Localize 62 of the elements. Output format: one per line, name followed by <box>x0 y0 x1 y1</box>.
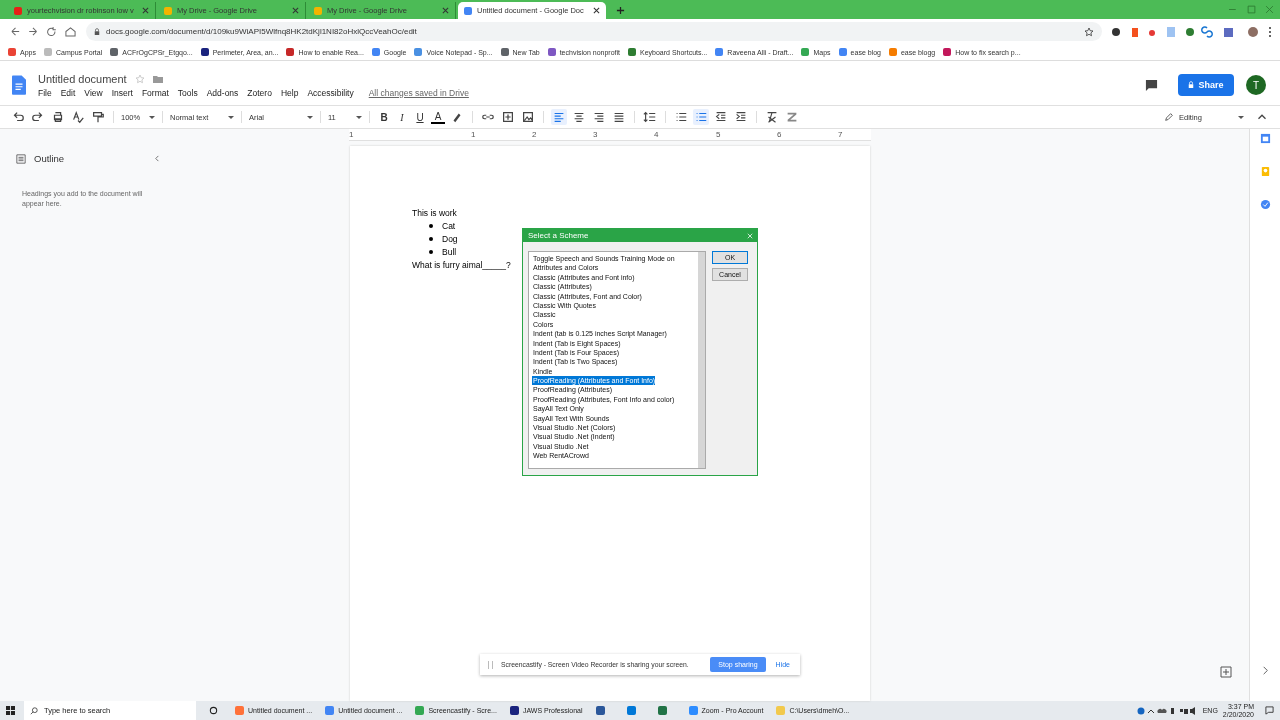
cortana-icon[interactable] <box>209 706 218 715</box>
format-button[interactable]: A <box>431 110 445 124</box>
close-icon[interactable] <box>142 7 149 14</box>
spellcheck-icon[interactable] <box>70 109 86 125</box>
lock-icon <box>94 27 100 36</box>
extension-icons[interactable] <box>1110 25 1260 38</box>
document-text: Cat <box>442 220 456 231</box>
drag-handle-icon[interactable] <box>488 660 493 669</box>
start-icon[interactable] <box>6 706 15 715</box>
close-icon[interactable] <box>442 7 449 14</box>
bullet-icon <box>429 236 433 241</box>
menu-item[interactable]: Zotero <box>247 87 272 98</box>
menu-item[interactable]: Add-ons <box>206 87 239 98</box>
search-icon <box>30 706 38 715</box>
notification-icon[interactable] <box>1265 706 1274 715</box>
dialog-title: Select a Scheme <box>528 231 589 240</box>
menu-item[interactable]: Accessibility <box>307 87 354 98</box>
calendar-icon[interactable] <box>1259 133 1271 144</box>
format-button[interactable]: U <box>413 111 427 123</box>
account-avatar[interactable]: T <box>1246 75 1266 95</box>
menu-item[interactable]: Help <box>280 87 299 98</box>
scheme-list[interactable] <box>528 251 706 469</box>
outline-title: Outline <box>34 153 65 164</box>
menu-item[interactable]: View <box>84 87 103 98</box>
bullet-icon <box>429 223 433 228</box>
menu-item[interactable]: Edit <box>60 87 76 98</box>
new-tab-icon[interactable] <box>616 6 625 15</box>
document-title[interactable]: Untitled document <box>38 72 127 85</box>
lock-icon <box>1188 81 1195 89</box>
format-button[interactable]: B <box>377 111 391 123</box>
image-icon[interactable] <box>520 109 536 125</box>
menu-item[interactable]: Insert <box>111 87 133 98</box>
menu-icon[interactable] <box>1268 25 1272 38</box>
outline-icon <box>16 153 26 164</box>
paint-format-icon[interactable] <box>90 109 106 125</box>
bullet-icon <box>429 249 433 254</box>
url-text: docs.google.com/document/d/109ku9WiAPI5Wlfnq8HK2tdKjl1NI82oHxlQccVeahOc/edit <box>106 27 417 36</box>
folder-icon[interactable] <box>152 73 163 84</box>
scrollbar[interactable] <box>698 252 705 468</box>
comment-icon[interactable] <box>1145 78 1158 92</box>
document-text: Dog <box>442 233 458 244</box>
star-icon[interactable] <box>1084 26 1094 37</box>
save-status-link[interactable]: All changes saved in Drive <box>368 87 469 98</box>
document-text: Bull <box>442 246 457 257</box>
docs-logo-icon[interactable] <box>12 75 26 95</box>
close-icon[interactable] <box>593 7 600 14</box>
close-icon[interactable] <box>292 7 299 14</box>
tasks-icon[interactable] <box>1259 199 1271 210</box>
menu-item[interactable]: Format <box>141 87 169 98</box>
system-tray-icons[interactable] <box>1135 705 1198 716</box>
document-text: This is work <box>412 207 457 218</box>
explore-icon[interactable] <box>1220 666 1232 678</box>
document-text: What is furry aimal_____? <box>412 259 511 270</box>
add-comment-icon[interactable] <box>500 109 516 125</box>
line-spacing-icon[interactable] <box>642 109 658 125</box>
share-button[interactable]: Share <box>1178 74 1234 96</box>
menu-item[interactable]: Tools <box>177 87 198 98</box>
ruler[interactable]: 1 1 2 3 4 5 6 7 <box>349 129 871 141</box>
pencil-icon <box>1164 112 1174 122</box>
address-bar[interactable]: docs.google.com/document/d/109ku9WiAPI5Wlfnq8HK2tdKjl1NI82oHxlQccVeahOc/edit <box>86 22 1102 41</box>
menu-item[interactable]: File <box>38 87 52 98</box>
format-button[interactable]: I <box>395 111 409 123</box>
